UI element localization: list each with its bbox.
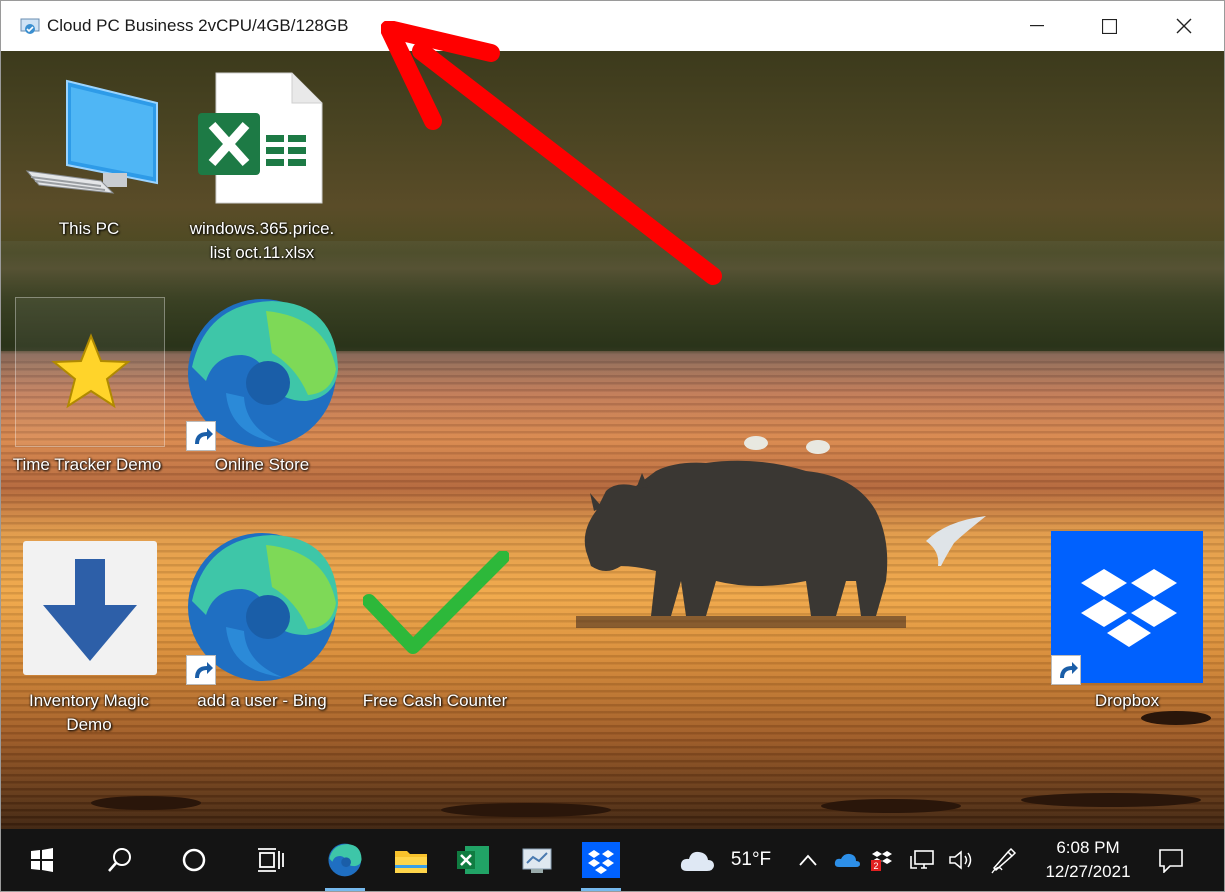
edge-icon: [328, 843, 362, 877]
close-icon: [1176, 18, 1192, 34]
download-arrow-icon: [43, 559, 137, 661]
start-button[interactable]: [19, 829, 65, 891]
svg-text:2: 2: [873, 861, 878, 871]
mud-patch: [441, 803, 611, 817]
search-icon: [108, 848, 131, 872]
chevron-up-icon: [799, 854, 817, 866]
checkmark-icon: [363, 551, 509, 654]
desktop-icon-free-cash-counter[interactable]: Free Cash Counter: [355, 551, 515, 731]
star-icon: [51, 333, 131, 409]
desktop-icon-label: Dropbox: [1094, 691, 1160, 710]
task-view-icon: [258, 848, 284, 872]
weather-widget[interactable]: [677, 829, 717, 891]
maximize-icon: [1101, 18, 1117, 34]
network-icon: [910, 850, 934, 869]
cloud-pc-window: Cloud PC Business 2vCPU/4GB/128GB This P…: [0, 0, 1225, 892]
excel-icon: [457, 846, 489, 874]
taskbar-excel[interactable]: [447, 829, 499, 891]
tray-pen[interactable]: [987, 829, 1021, 891]
search-button[interactable]: [97, 829, 143, 891]
desktop-icon-label: add a user - Bing: [197, 691, 327, 710]
action-center-button[interactable]: [1151, 829, 1191, 891]
taskbar-screen-app[interactable]: [511, 829, 563, 891]
task-view-button[interactable]: [247, 829, 293, 891]
taskbar: 51°F 2 6:08 PM 12/27/2021: [1, 829, 1224, 891]
desktop-icon-online-store[interactable]: Online Store: [182, 297, 342, 487]
desktop-icon-inventory-magic[interactable]: Inventory Magic Demo: [9, 541, 169, 741]
cortana-icon: [182, 848, 206, 872]
shortcut-arrow-icon: [1051, 655, 1081, 685]
desktop-icon-dropbox[interactable]: Dropbox: [1047, 531, 1207, 731]
minimize-icon: [1030, 25, 1044, 27]
taskbar-clock[interactable]: 6:08 PM 12/27/2021: [1034, 836, 1142, 884]
desktop-icon-label: Inventory Magic Demo: [29, 691, 149, 734]
desktop-icon-label: Free Cash Counter: [362, 691, 508, 710]
file-explorer-icon: [395, 851, 427, 873]
dropbox-tray-icon: 2: [871, 851, 892, 871]
onedrive-icon: [834, 853, 860, 867]
desktop-icon-this-pc[interactable]: This PC: [9, 69, 169, 249]
excel-file-icon: [198, 72, 323, 204]
pen-icon: [991, 847, 1017, 874]
cloud-icon: [680, 851, 714, 871]
dropbox-icon: [1081, 569, 1177, 647]
desktop-icon-label: windows.365.price. list oct.11.xlsx: [189, 219, 335, 262]
mud-patch: [821, 799, 961, 813]
maximize-button[interactable]: [1071, 1, 1147, 51]
screen-app-icon: [522, 848, 552, 873]
monitor-icon: [25, 79, 158, 194]
action-center-icon: [1159, 849, 1183, 873]
taskbar-dropbox[interactable]: [575, 829, 627, 891]
taskbar-edge[interactable]: [319, 829, 371, 891]
close-button[interactable]: [1146, 1, 1222, 51]
remote-desktop-icon: [19, 17, 43, 37]
taskbar-file-explorer[interactable]: [385, 829, 437, 891]
rhino-photo: [576, 436, 906, 628]
desktop-icon-label: Time Tracker Demo: [12, 455, 162, 474]
cortana-button[interactable]: [171, 829, 217, 891]
mud-patch: [1021, 793, 1201, 807]
tray-network[interactable]: [907, 829, 939, 891]
egret-photo: [926, 516, 986, 566]
desktop-icon-excel-file[interactable]: windows.365.price. list oct.11.xlsx: [182, 69, 342, 279]
show-hidden-icons[interactable]: [795, 829, 821, 891]
tray-volume[interactable]: [945, 829, 977, 891]
clock-time: 6:08 PM: [1056, 838, 1120, 857]
red-arrow-annotation: [381, 21, 722, 285]
weather-temp[interactable]: 51°F: [723, 829, 779, 891]
desktop-icon-add-a-user[interactable]: add a user - Bing: [182, 531, 342, 731]
mud-patch: [91, 796, 201, 810]
desktop-icon-label: Online Store: [214, 455, 310, 474]
tray-onedrive[interactable]: [831, 829, 863, 891]
volume-icon: [949, 850, 972, 870]
start-icon: [31, 848, 53, 872]
dropbox-icon: [582, 842, 620, 878]
desktop-icon-time-tracker[interactable]: Time Tracker Demo: [7, 297, 167, 487]
clock-date: 12/27/2021: [1045, 862, 1131, 881]
shortcut-arrow-icon: [186, 421, 216, 451]
tray-dropbox[interactable]: 2: [867, 829, 897, 891]
minimize-button[interactable]: [999, 1, 1075, 51]
shortcut-arrow-icon: [186, 655, 216, 685]
window-title: Cloud PC Business 2vCPU/4GB/128GB: [47, 16, 349, 35]
desktop-icon-label: This PC: [58, 219, 120, 238]
